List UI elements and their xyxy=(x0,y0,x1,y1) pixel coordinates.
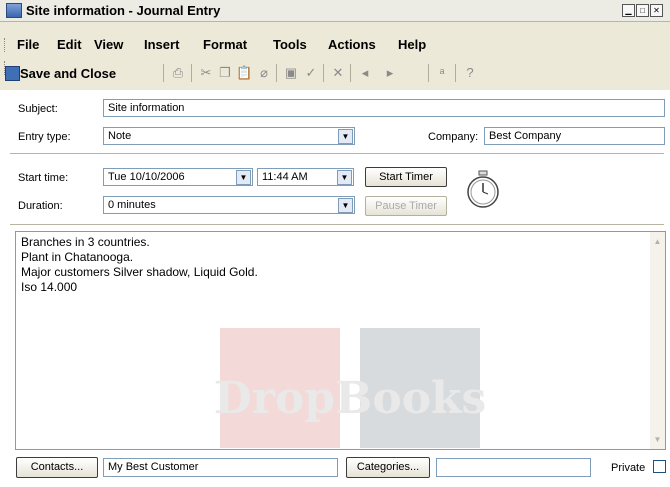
menu-actions[interactable]: Actions xyxy=(328,37,376,52)
categories-button[interactable]: Categories... xyxy=(346,457,430,478)
menu-insert[interactable]: Insert xyxy=(144,37,179,52)
scroll-up-icon[interactable]: ▲ xyxy=(651,235,664,248)
company-label: Company: xyxy=(428,131,479,143)
entry-type-label: Entry type: xyxy=(18,131,71,143)
contacts-field[interactable]: My Best Customer xyxy=(103,458,338,477)
toolbar-separator xyxy=(455,64,456,82)
private-label: Private xyxy=(611,462,646,474)
copy-icon[interactable]: ❐ xyxy=(217,65,233,81)
duration-select[interactable]: 0 minutes xyxy=(103,196,355,214)
window-title: Site information - Journal Entry xyxy=(26,3,221,18)
toolbar-separator xyxy=(191,64,192,82)
check-names-icon[interactable]: ✓ xyxy=(303,65,319,81)
notes-line: Plant in Chatanooga. xyxy=(21,250,134,264)
company-field[interactable]: Best Company xyxy=(484,127,665,145)
journal-icon xyxy=(6,3,22,18)
categories-field[interactable] xyxy=(436,458,591,477)
scroll-down-icon[interactable]: ▼ xyxy=(651,433,664,446)
format-text-icon[interactable]: ᵃ xyxy=(434,65,450,81)
contacts-button[interactable]: Contacts... xyxy=(16,457,98,478)
start-date-field[interactable]: Tue 10/10/2006 xyxy=(103,168,253,186)
notes-line: Branches in 3 countries. xyxy=(21,235,150,249)
address-book-icon[interactable]: ▣ xyxy=(283,65,299,81)
section-divider xyxy=(10,224,664,225)
minimize-icon[interactable]: ▁ xyxy=(622,4,635,17)
toolbar-separator xyxy=(163,64,164,82)
save-icon xyxy=(5,66,20,81)
delete-icon[interactable]: ✕ xyxy=(330,65,346,81)
toolbar-separator xyxy=(350,64,351,82)
section-divider xyxy=(10,153,664,154)
maximize-icon[interactable]: □ xyxy=(636,4,649,17)
notes-line: Major customers Silver shadow, Liquid Go… xyxy=(21,265,258,279)
vertical-scrollbar[interactable]: ▲ ▼ xyxy=(650,232,665,449)
menu-file[interactable]: File xyxy=(17,37,39,52)
toolbar-separator xyxy=(276,64,277,82)
chevron-down-icon[interactable]: ▼ xyxy=(337,170,352,185)
close-icon[interactable]: ✕ xyxy=(650,4,663,17)
menu-help[interactable]: Help xyxy=(398,37,426,52)
chevron-down-icon[interactable]: ▼ xyxy=(338,129,353,144)
start-time-label: Start time: xyxy=(18,172,69,184)
start-timer-button[interactable]: Start Timer xyxy=(365,167,447,187)
watermark-logo: DropBooks xyxy=(214,328,487,448)
subject-label: Subject: xyxy=(18,103,58,115)
menu-view[interactable]: View xyxy=(94,37,123,52)
title-bar: Site information - Journal Entry ▁ □ ✕ xyxy=(0,0,670,22)
menu-tools[interactable]: Tools xyxy=(273,37,307,52)
watermark-text: DropBooks xyxy=(214,373,487,424)
save-and-close-button[interactable]: Save and Close xyxy=(20,66,116,81)
stopwatch-icon xyxy=(467,170,499,208)
next-item-icon[interactable]: ▸ xyxy=(382,65,398,81)
subject-field[interactable]: Site information xyxy=(103,99,665,117)
paste-icon[interactable]: 📋 xyxy=(236,65,252,81)
chevron-down-icon[interactable]: ▼ xyxy=(338,198,353,213)
entry-type-select[interactable]: Note xyxy=(103,127,355,145)
private-checkbox[interactable] xyxy=(653,460,666,473)
help-icon[interactable]: ? xyxy=(462,65,478,81)
menubar-grip[interactable] xyxy=(4,38,8,52)
print-icon[interactable]: ⎙ xyxy=(170,65,186,81)
toolbar-separator xyxy=(428,64,429,82)
notes-line: Iso 14.000 xyxy=(21,280,78,294)
cut-icon[interactable]: ✂ xyxy=(198,65,214,81)
chevron-down-icon[interactable]: ▼ xyxy=(236,170,251,185)
duration-label: Duration: xyxy=(18,200,63,212)
pause-timer-button[interactable]: Pause Timer xyxy=(365,196,447,216)
menu-format[interactable]: Format xyxy=(203,37,247,52)
toolbar-separator xyxy=(323,64,324,82)
previous-item-icon[interactable]: ◂ xyxy=(357,65,373,81)
menu-edit[interactable]: Edit xyxy=(57,37,82,52)
attach-icon[interactable]: ⌀ xyxy=(256,65,272,81)
